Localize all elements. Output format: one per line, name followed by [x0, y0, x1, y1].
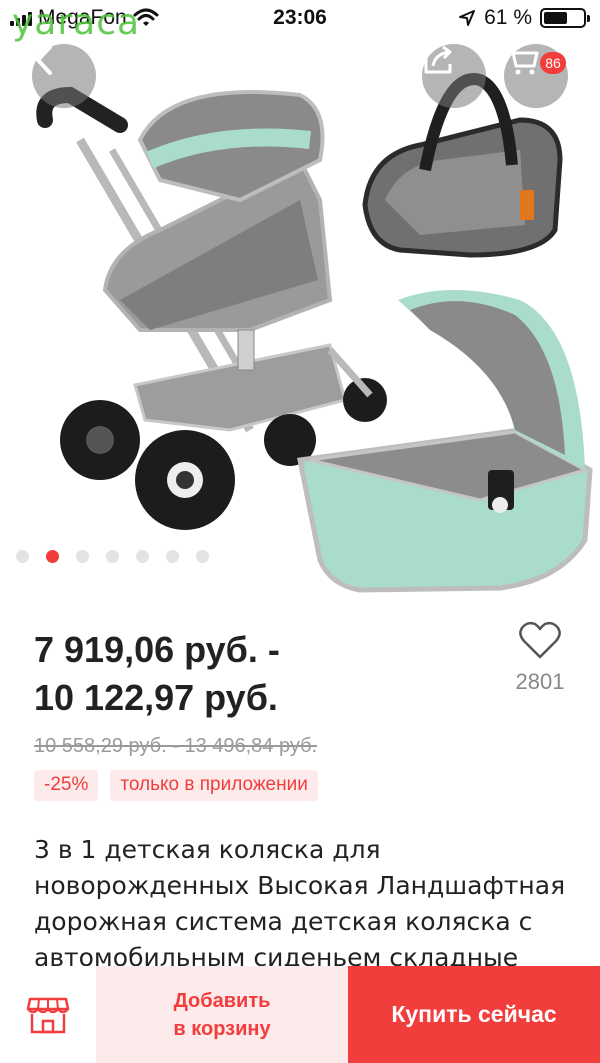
- share-icon: [424, 45, 452, 74]
- gallery-dot-active[interactable]: [46, 550, 59, 563]
- price-range-end: 10 122,97 руб.: [34, 677, 278, 718]
- promo-badges: -25% только в приложении: [34, 770, 318, 801]
- battery-icon: [540, 8, 590, 28]
- price-range-start: 7 919,06 руб. -: [34, 629, 280, 670]
- chevron-left-icon: [36, 45, 52, 75]
- gallery-dot[interactable]: [196, 550, 209, 563]
- gallery-pagination: [16, 550, 209, 563]
- add-to-cart-button[interactable]: Добавить в корзину: [96, 966, 348, 1063]
- product-gallery[interactable]: 86: [0, 0, 600, 600]
- location-arrow-icon: [459, 10, 476, 26]
- cart-count-badge: 86: [540, 52, 566, 74]
- heart-icon: [519, 621, 561, 659]
- store-icon: [26, 997, 70, 1033]
- product-title: 3 в 1 детская коляска для новорожденных …: [34, 835, 566, 972]
- gallery-dot[interactable]: [76, 550, 89, 563]
- app-only-badge: только в приложении: [110, 770, 318, 801]
- share-button[interactable]: [422, 44, 486, 108]
- gallery-dot[interactable]: [166, 550, 179, 563]
- product-price: 7 919,06 руб. - 10 122,97 руб.: [34, 626, 280, 722]
- gallery-dot[interactable]: [136, 550, 149, 563]
- cart-icon: [506, 46, 539, 75]
- battery-percent: 61 %: [484, 6, 532, 29]
- back-button[interactable]: [32, 44, 96, 108]
- bassinet-illustration: [297, 290, 593, 593]
- watermark-logo: yaraca: [12, 2, 141, 43]
- favorite-button[interactable]: 2801: [512, 620, 568, 695]
- discount-badge: -25%: [34, 770, 99, 801]
- add-to-cart-label-line2: в корзину: [173, 1017, 271, 1040]
- gallery-dot[interactable]: [16, 550, 29, 563]
- bottom-action-bar: Добавить в корзину Купить сейчас: [0, 966, 600, 1063]
- favorites-count: 2801: [515, 669, 565, 694]
- store-button[interactable]: [0, 966, 96, 1063]
- gallery-dot[interactable]: [106, 550, 119, 563]
- old-price: 10 558,29 руб. - 13 496,84 руб.: [34, 735, 318, 757]
- buy-now-button[interactable]: Купить сейчас: [348, 966, 600, 1063]
- cart-button[interactable]: 86: [504, 44, 568, 108]
- add-to-cart-label-line1: Добавить: [173, 989, 271, 1012]
